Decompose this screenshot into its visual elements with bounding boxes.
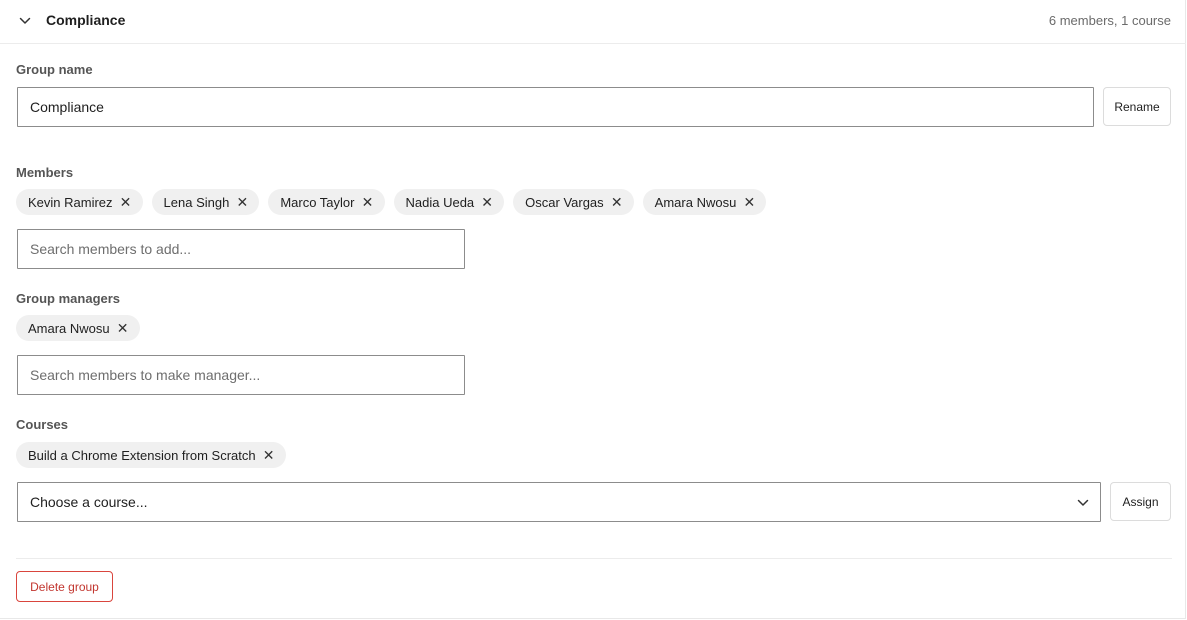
- rename-button[interactable]: Rename: [1103, 87, 1171, 126]
- close-icon[interactable]: ✕: [481, 195, 493, 209]
- chip-label: Amara Nwosu: [654, 194, 737, 210]
- close-icon[interactable]: ✕: [236, 195, 248, 209]
- chip-label: Amara Nwosu: [28, 320, 110, 336]
- member-chip: Kevin Ramirez ✕: [16, 189, 143, 215]
- members-chip-list: Kevin Ramirez ✕ Lena Singh ✕ Marco Taylo…: [16, 189, 767, 215]
- group-panel: Compliance 6 members, 1 course Group nam…: [0, 0, 1186, 619]
- group-name-label: Group name: [16, 62, 93, 77]
- close-icon[interactable]: ✕: [611, 195, 623, 209]
- group-title: Compliance: [46, 12, 126, 28]
- assign-button[interactable]: Assign: [1110, 482, 1171, 521]
- delete-group-button[interactable]: Delete group: [16, 571, 113, 602]
- close-icon[interactable]: ✕: [743, 195, 755, 209]
- chip-label: Kevin Ramirez: [28, 194, 113, 210]
- manager-search-input[interactable]: [17, 355, 465, 395]
- close-icon[interactable]: ✕: [362, 195, 374, 209]
- chip-label: Build a Chrome Extension from Scratch: [28, 447, 256, 463]
- course-select-value: Choose a course...: [30, 494, 148, 510]
- member-chip: Lena Singh ✕: [151, 189, 260, 215]
- course-select[interactable]: Choose a course...: [17, 482, 1101, 522]
- close-icon[interactable]: ✕: [263, 448, 275, 462]
- managers-chip-list: Amara Nwosu ✕: [16, 315, 140, 341]
- member-chip: Oscar Vargas ✕: [513, 189, 634, 215]
- chip-label: Oscar Vargas: [525, 194, 604, 210]
- close-icon[interactable]: ✕: [120, 195, 132, 209]
- courses-label: Courses: [16, 417, 69, 432]
- divider: [16, 558, 1172, 559]
- chip-label: Nadia Ueda: [405, 194, 475, 210]
- members-label: Members: [16, 165, 74, 180]
- member-search-input[interactable]: [17, 229, 465, 269]
- group-name-input[interactable]: [17, 87, 1094, 127]
- member-chip: Amara Nwosu ✕: [642, 189, 767, 215]
- group-header[interactable]: Compliance 6 members, 1 course: [0, 0, 1186, 44]
- group-managers-label: Group managers: [16, 291, 121, 306]
- close-icon[interactable]: ✕: [117, 321, 129, 335]
- member-chip: Marco Taylor ✕: [268, 189, 385, 215]
- course-chip: Build a Chrome Extension from Scratch ✕: [16, 442, 286, 468]
- chevron-down-icon: [1077, 499, 1089, 506]
- courses-chip-list: Build a Chrome Extension from Scratch ✕: [16, 442, 286, 468]
- chip-label: Marco Taylor: [280, 194, 355, 210]
- chevron-down-icon[interactable]: [18, 14, 32, 28]
- manager-chip: Amara Nwosu ✕: [16, 315, 140, 341]
- chip-label: Lena Singh: [163, 194, 230, 210]
- member-chip: Nadia Ueda ✕: [393, 189, 505, 215]
- group-summary: 6 members, 1 course: [1048, 13, 1171, 28]
